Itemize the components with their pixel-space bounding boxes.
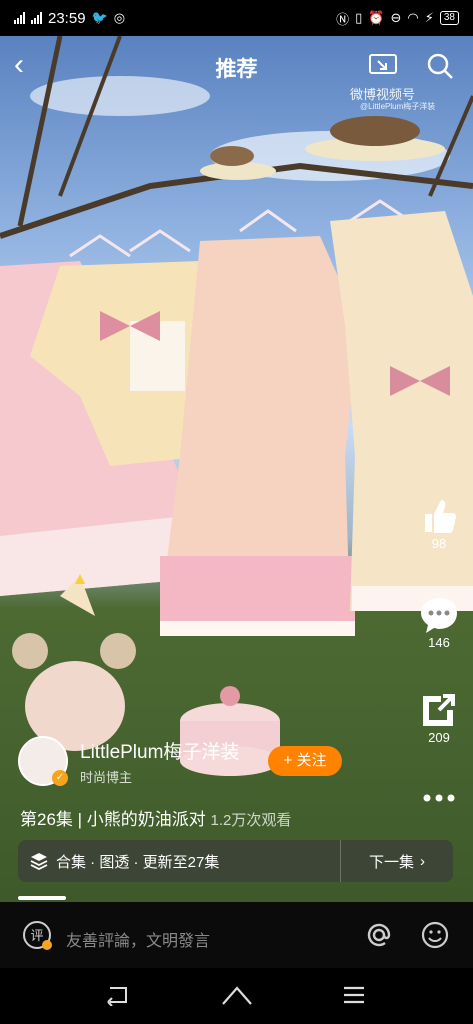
more-icon xyxy=(423,794,455,802)
signal-icon xyxy=(14,12,25,24)
at-icon[interactable] xyxy=(364,920,394,955)
page-title: 推荐 xyxy=(215,58,258,81)
vibrate-icon: ▯ xyxy=(355,10,363,25)
share-icon xyxy=(423,694,455,726)
system-nav-bar xyxy=(0,968,473,1024)
comment-pen-icon[interactable]: 评 xyxy=(22,920,54,957)
alarm-icon: ⏰ xyxy=(368,10,385,25)
watermark-handle: @LittlePlum梅子洋装 xyxy=(360,102,436,111)
nav-menu-icon[interactable] xyxy=(342,985,366,1010)
nfc-icon: Ⓝ xyxy=(336,11,350,27)
comment-button[interactable]: 146 xyxy=(419,595,459,650)
episode-title: 第26集 | 小熊的奶油派对 xyxy=(20,810,206,829)
nav-back-icon[interactable] xyxy=(106,984,130,1011)
collection-bar[interactable]: 合集 · 图透 · 更新至27集 下一集 › xyxy=(18,840,453,882)
episode-line: 第26集 | 小熊的奶油派对 1.2万次观看 xyxy=(20,805,291,830)
layers-icon xyxy=(30,853,48,870)
like-count: 98 xyxy=(431,536,447,551)
view-count: 1.2万次观看 xyxy=(210,812,292,829)
emoji-icon[interactable] xyxy=(420,920,450,955)
twitter-icon: 🐦 xyxy=(91,10,108,25)
nav-home-icon[interactable] xyxy=(221,984,253,1011)
author-block[interactable]: ✓ LittlePlum梅子洋装 时尚博主 xyxy=(18,736,239,786)
next-episode-button[interactable]: 下一集 › xyxy=(340,840,453,882)
like-icon xyxy=(425,500,456,533)
share-count: 209 xyxy=(428,730,450,745)
share-button[interactable]: 209 xyxy=(419,690,459,745)
avatar[interactable]: ✓ xyxy=(18,736,68,786)
next-episode-label: 下一集 xyxy=(368,853,414,871)
like-button[interactable]: 98 xyxy=(419,496,459,551)
wifi-icon: ◠ xyxy=(407,10,419,25)
video-progress-bar[interactable] xyxy=(18,896,66,900)
chrome-icon: ◎ xyxy=(113,10,126,25)
battery-indicator: 38 xyxy=(439,11,459,25)
comment-icon xyxy=(421,598,457,633)
status-bar: 23:59 🐦 ◎ Ⓝ ▯ ⏰ ⊖ ◠ ⚡ 38 xyxy=(0,0,473,36)
author-tag: 时尚博主 xyxy=(80,769,133,785)
cast-icon[interactable] xyxy=(368,53,398,84)
dnd-icon: ⊖ xyxy=(390,10,402,25)
comment-count: 146 xyxy=(428,635,450,650)
signal-icon-2 xyxy=(31,12,42,24)
verified-badge-icon: ✓ xyxy=(52,770,68,786)
comment-input[interactable]: 友善評論，文明發言 xyxy=(66,927,210,951)
search-icon[interactable] xyxy=(425,51,455,86)
collection-text: 合集 · 图透 · 更新至27集 xyxy=(56,853,220,871)
chevron-right-icon: › xyxy=(420,852,425,870)
charging-icon: ⚡ xyxy=(424,10,434,25)
follow-button[interactable]: + 关注 xyxy=(268,746,342,776)
collection-info[interactable]: 合集 · 图透 · 更新至27集 xyxy=(18,851,340,872)
svg-text:评: 评 xyxy=(30,929,43,944)
more-button[interactable] xyxy=(419,788,459,808)
comment-bar: 评 友善評論，文明發言 xyxy=(0,902,473,968)
status-time: 23:59 xyxy=(48,9,86,27)
author-name[interactable]: LittlePlum梅子洋装 xyxy=(80,737,239,764)
